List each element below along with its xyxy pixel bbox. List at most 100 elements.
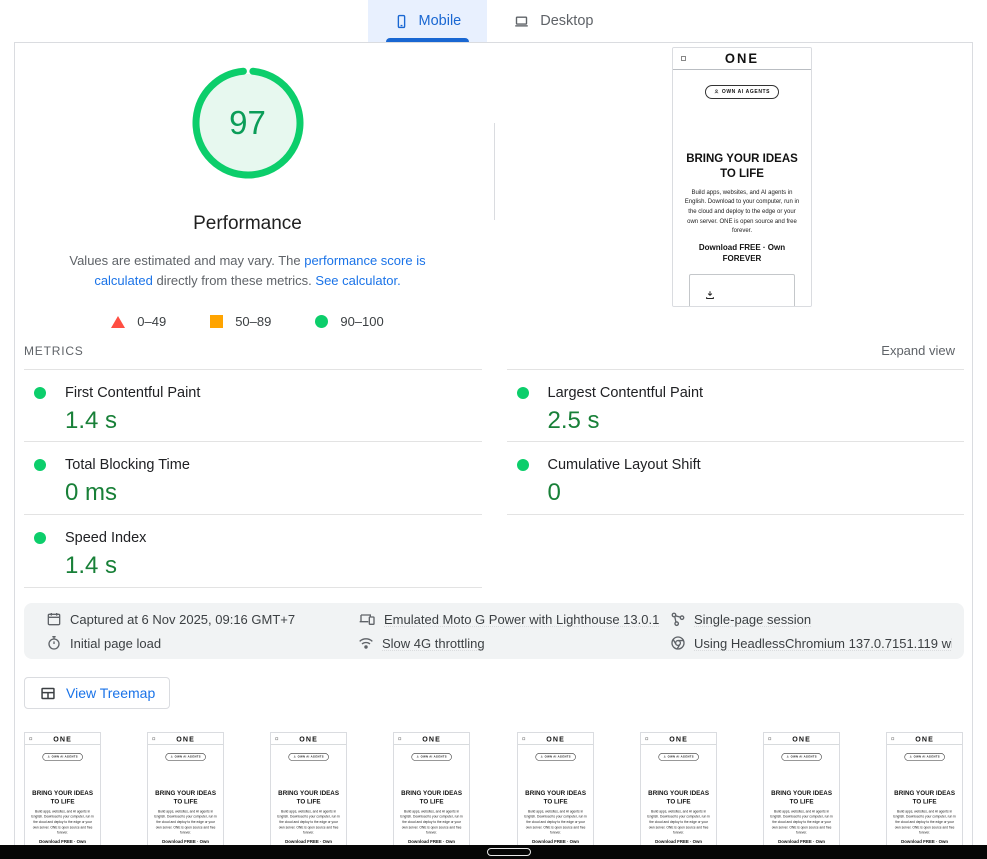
capture-summary-box: Captured at 6 Nov 2025, 09:16 GMT+7 Emul… <box>24 603 964 659</box>
page-screenshot: ONE OWN AI AGENTS BRING YOUR IDEAS TO LI… <box>148 733 223 846</box>
captured-at: Captured at 6 Nov 2025, 09:16 GMT+7 <box>46 611 358 627</box>
view-treemap-button[interactable]: View Treemap <box>24 677 170 709</box>
hero-cta-text: Download FREE · Own FOREVER <box>690 242 794 265</box>
metric-value: 1.4 s <box>65 552 482 580</box>
own-ai-agents-badge: OWN AI AGENTS <box>904 753 944 761</box>
person-icon <box>786 755 789 758</box>
metric-value: 0 <box>548 479 965 507</box>
performance-gauge[interactable]: 97 <box>192 67 304 179</box>
hero-paragraph: Build apps, websites, and AI agents in E… <box>394 810 469 836</box>
hero-heading: BRING YOUR IDEAS TO LIFE <box>673 152 811 182</box>
pass-dot-icon <box>34 532 46 544</box>
badge-row: OWN AI AGENTS <box>271 751 346 761</box>
page-screenshot: ONE OWN AI AGENTS BRING YOUR IDEAS TO LI… <box>673 48 811 307</box>
pass-dot-icon <box>517 387 529 399</box>
own-ai-agents-badge: OWN AI AGENTS <box>289 753 329 761</box>
legend-pass: 90–100 <box>315 314 383 329</box>
menu-icon <box>29 737 32 740</box>
screenshot-site-header: ONE <box>518 733 593 745</box>
site-logo: ONE <box>669 734 688 743</box>
scroll-handle[interactable] <box>487 848 531 856</box>
session-type: Single-page session <box>670 611 952 627</box>
person-icon <box>417 755 420 758</box>
hero-paragraph: Build apps, websites, and AI agents in E… <box>764 810 839 836</box>
page-load-type: Initial page load <box>46 635 358 651</box>
pass-dot-icon <box>517 459 529 471</box>
score-description: Values are estimated and may vary. The p… <box>61 251 435 291</box>
performance-title: Performance <box>15 213 480 235</box>
site-logo: ONE <box>423 734 442 743</box>
hero-paragraph: Build apps, websites, and AI agents in E… <box>673 189 811 237</box>
own-ai-agents-badge: OWN AI AGENTS <box>705 85 779 99</box>
menu-icon <box>153 737 156 740</box>
legend-average-range: 50–89 <box>235 314 271 329</box>
tab-desktop-label: Desktop <box>540 13 593 29</box>
badge-row: OWN AI AGENTS <box>673 81 811 99</box>
lighthouse-report-card: 97 Performance Values are estimated and … <box>14 42 973 859</box>
hero-heading: BRING YOUR IDEAS TO LIFE <box>887 790 962 806</box>
legend-pass-range: 90–100 <box>340 314 383 329</box>
legend-average: 50–89 <box>210 314 271 329</box>
filmstrip-thumbnail: ONE OWN AI AGENTS BRING YOUR IDEAS TO LI… <box>147 732 224 846</box>
hero-paragraph: Build apps, websites, and AI agents in E… <box>518 810 593 836</box>
screenshot-site-header: ONE <box>887 733 962 745</box>
person-icon <box>714 89 719 94</box>
badge-row: OWN AI AGENTS <box>518 751 593 761</box>
person-icon <box>47 755 50 758</box>
fail-triangle-icon <box>111 316 125 328</box>
page-screenshot: ONE OWN AI AGENTS BRING YOUR IDEAS TO LI… <box>887 733 962 846</box>
tab-mobile[interactable]: Mobile <box>368 0 488 42</box>
filmstrip-thumbnail: ONE OWN AI AGENTS BRING YOUR IDEAS TO LI… <box>517 732 594 846</box>
own-ai-agents-badge: OWN AI AGENTS <box>166 753 206 761</box>
hero-heading: BRING YOUR IDEAS TO LIFE <box>518 790 593 806</box>
metric-empty-cell <box>507 515 965 588</box>
hero-paragraph: Build apps, websites, and AI agents in E… <box>25 810 100 836</box>
menu-icon <box>276 737 279 740</box>
screenshot-site-header: ONE <box>148 733 223 745</box>
filmstrip-thumbnail: ONE OWN AI AGENTS BRING YOUR IDEAS TO LI… <box>393 732 470 846</box>
devices-icon <box>358 611 376 627</box>
hero-heading: BRING YOUR IDEAS TO LIFE <box>641 790 716 806</box>
site-logo: ONE <box>53 734 72 743</box>
hero-heading: BRING YOUR IDEAS TO LIFE <box>271 790 346 806</box>
calendar-icon <box>46 611 62 627</box>
tab-mobile-label: Mobile <box>419 13 462 29</box>
network-throttle-icon <box>358 635 374 651</box>
average-square-icon <box>210 315 223 328</box>
tab-desktop[interactable]: Desktop <box>487 0 619 42</box>
performance-score-value: 97 <box>192 67 304 179</box>
device-tabbar: Mobile Desktop <box>0 0 987 42</box>
page-screenshot: ONE OWN AI AGENTS BRING YOUR IDEAS TO LI… <box>25 733 100 846</box>
menu-icon <box>681 56 686 61</box>
menu-icon <box>891 737 894 740</box>
metric-cumulative-layout-shift: Cumulative Layout Shift 0 <box>507 442 965 515</box>
expand-view-button[interactable]: Expand view <box>881 343 955 358</box>
person-icon <box>909 755 912 758</box>
filmstrip-thumbnail: ONE OWN AI AGENTS BRING YOUR IDEAS TO LI… <box>886 732 963 846</box>
page-screenshot: ONE OWN AI AGENTS BRING YOUR IDEAS TO LI… <box>394 733 469 846</box>
own-ai-agents-badge: OWN AI AGENTS <box>42 753 82 761</box>
filmstrip-thumbnail: ONE OWN AI AGENTS BRING YOUR IDEAS TO LI… <box>763 732 840 846</box>
own-ai-agents-badge: OWN AI AGENTS <box>781 753 821 761</box>
user-agent: Using HeadlessChromium 137.0.7151.119 wi… <box>670 635 952 651</box>
hero-paragraph: Build apps, websites, and AI agents in E… <box>887 810 962 836</box>
page-screenshot: ONE OWN AI AGENTS BRING YOUR IDEAS TO LI… <box>518 733 593 846</box>
hero-paragraph: Build apps, websites, and AI agents in E… <box>271 810 346 836</box>
see-calculator-link[interactable]: See calculator. <box>315 273 400 288</box>
person-icon <box>540 755 543 758</box>
session-icon <box>670 611 686 627</box>
screenshot-site-header: ONE <box>673 48 811 70</box>
metric-largest-contentful-paint: Largest Contentful Paint 2.5 s <box>507 369 965 442</box>
own-ai-agents-badge: OWN AI AGENTS <box>412 753 452 761</box>
hero-heading: BRING YOUR IDEAS TO LIFE <box>764 790 839 806</box>
chrome-icon <box>670 635 686 651</box>
site-logo: ONE <box>725 51 759 67</box>
stopwatch-icon <box>46 635 62 651</box>
metric-value: 0 ms <box>65 479 482 507</box>
site-logo: ONE <box>546 734 565 743</box>
person-icon <box>663 755 666 758</box>
filmstrip-thumbnail: ONE OWN AI AGENTS BRING YOUR IDEAS TO LI… <box>270 732 347 846</box>
filmstrip-thumbnail: ONE OWN AI AGENTS BRING YOUR IDEAS TO LI… <box>640 732 717 846</box>
menu-icon <box>522 737 525 740</box>
hero-heading: BRING YOUR IDEAS TO LIFE <box>394 790 469 806</box>
